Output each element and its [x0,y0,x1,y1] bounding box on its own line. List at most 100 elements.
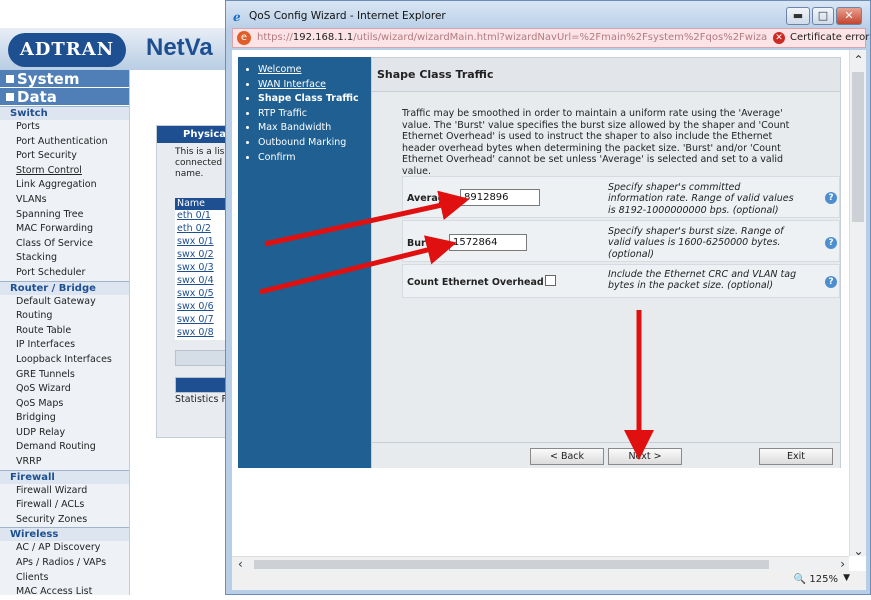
sidebar-category: Firewall [0,469,129,484]
window-titlebar[interactable]: ℯ QoS Config Wizard - Internet Explorer … [226,1,870,31]
help-icon[interactable]: ? [825,192,837,204]
sidebar-groups: Switch Ports Port Authentication Port Secur… [0,106,129,600]
ie-page-icon: e [237,31,251,45]
sidebar-item[interactable]: Port Scheduler [0,266,129,281]
sidebar-item[interactable]: Storm Control [0,164,129,179]
sidebar-item[interactable]: Port Authentication [0,135,129,150]
sidebar-item[interactable]: APs / Radios / VAPs [0,556,129,571]
certificate-error-text[interactable]: Certificate error [790,32,869,43]
product-title: NetVa [146,34,213,61]
table-row[interactable]: eth 0/2 [175,223,231,236]
exit-button[interactable]: Exit [759,448,833,465]
burst-input[interactable] [449,234,527,251]
horizontal-scrollbar[interactable]: ‹ › [232,556,849,571]
sidebar-item[interactable]: QoS Maps [0,397,129,412]
table-row[interactable]: eth 0/1 [175,210,231,223]
help-icon[interactable]: ? [825,276,837,288]
sidebar-item[interactable]: GRE Tunnels [0,368,129,383]
scroll-up-icon[interactable]: ⌃ [850,53,867,67]
address-url[interactable]: https://192.168.1.1/utils/wizard/wizardM… [257,32,767,43]
average-field-row: Average Specify shaper's committed infor… [402,176,840,218]
minimize-button[interactable]: ▬ [786,7,810,25]
sidebar-item[interactable]: IP Interfaces [0,338,129,353]
sidebar-item[interactable]: Clients [0,571,129,586]
table-header-name: Name [175,198,231,210]
table-row[interactable]: swx 0/5 [175,288,231,301]
sidebar-section-data[interactable]: Data [0,88,129,106]
physical-panel-description: This is a lis connected name. [175,147,225,179]
wizard-nav-item: Confirm [258,151,371,166]
adtran-logo: ADTRAN [8,33,126,67]
sidebar-item[interactable]: Firewall Wizard [0,484,129,499]
table-row[interactable]: swx 0/6 [175,301,231,314]
sidebar-item[interactable]: Spanning Tree [0,208,129,223]
table-row[interactable]: swx 0/4 [175,275,231,288]
sidebar-item[interactable]: Ports [0,120,129,135]
wizard-heading: Shape Class Traffic [372,58,840,92]
table-row[interactable]: swx 0/8 [175,327,231,340]
overhead-label: Count Ethernet Overhead [407,277,544,288]
ie-popup-window: ℯ QoS Config Wizard - Internet Explorer … [225,0,871,595]
average-input[interactable] [460,189,540,206]
sidebar-category: Switch [0,106,129,120]
panel-bar-header [175,377,231,393]
scroll-right-icon[interactable]: › [840,557,845,571]
wizard-intro-text: Traffic may be smoothed in order to main… [402,108,790,177]
burst-label: Burst [407,238,436,249]
sidebar-item[interactable]: Default Gateway [0,295,129,310]
window-title: QoS Config Wizard - Internet Explorer [249,10,446,22]
horizontal-scroll-thumb[interactable] [254,560,769,569]
vertical-scrollbar[interactable]: ⌃ ⌄ [849,50,867,558]
table-row[interactable]: swx 0/3 [175,262,231,275]
physical-panel: Physical This is a lis connected name. N… [156,125,231,438]
sidebar-item[interactable]: Firewall / ACLs [0,498,129,513]
sidebar-item[interactable]: Class Of Service [0,237,129,252]
scroll-left-icon[interactable]: ‹ [238,557,243,571]
sidebar-item[interactable]: Route Table [0,324,129,339]
sidebar-item[interactable]: Routing [0,309,129,324]
overhead-checkbox[interactable] [545,275,556,286]
zoom-level[interactable]: 🔍 125% [794,574,838,585]
sidebar-item[interactable]: Demand Routing [0,440,129,455]
overhead-help: Include the Ethernet CRC and VLAN tag by… [608,269,797,292]
sidebar-item[interactable]: AC / AP Discovery [0,541,129,556]
wizard-nav-item: Outbound Marking [258,136,371,151]
sidebar-item[interactable]: QoS Wizard [0,382,129,397]
sidebar-section-system[interactable]: System [0,70,129,88]
sidebar-item[interactable]: Security Zones [0,513,129,528]
statistics-label: Statistics F [175,394,227,405]
sidebar: System Data Switch Ports Port Authenticati… [0,70,130,597]
sidebar-item[interactable]: VRRP [0,455,129,470]
next-button[interactable]: Next > [608,448,682,465]
expand-icon [6,93,14,101]
help-icon[interactable]: ? [825,237,837,249]
maximize-button[interactable]: □ [812,7,834,25]
table-row[interactable]: swx 0/2 [175,249,231,262]
sidebar-item[interactable]: VLANs [0,193,129,208]
close-button[interactable]: ✕ [836,7,862,25]
vertical-scroll-thumb[interactable] [852,72,864,222]
sidebar-item[interactable]: UDP Relay [0,426,129,441]
physical-interfaces-table: Name eth 0/1 eth 0/2 swx 0/1 swx 0/2 swx 0/3… [175,198,231,340]
table-row[interactable]: swx 0/1 [175,236,231,249]
back-button[interactable]: < Back [530,448,604,465]
wizard-nav-item[interactable]: Welcome [258,63,371,78]
burst-help: Specify shaper's burst size. Range of va… [608,226,784,260]
burst-field-row: Burst Specify shaper's burst size. Range… [402,220,840,262]
table-row[interactable]: swx 0/7 [175,314,231,327]
sidebar-item[interactable]: Port Security [0,149,129,164]
sidebar-item[interactable]: MAC Access List [0,585,129,600]
sidebar-item[interactable]: Link Aggregation [0,178,129,193]
address-bar[interactable]: e https://192.168.1.1/utils/wizard/wizar… [232,28,869,48]
scroll-down-icon[interactable]: ⌄ [850,544,867,558]
ie-logo-icon: ℯ [233,10,241,24]
sidebar-item[interactable]: MAC Forwarding [0,222,129,237]
wizard-nav-item[interactable]: WAN Interface [258,78,371,93]
overhead-field-row: Count Ethernet Overhead Include the Ethe… [402,264,840,298]
wizard-nav-item: RTP Traffic [258,107,371,122]
zoom-dropdown-icon[interactable]: ▼ [843,573,850,583]
sidebar-item[interactable]: Loopback Interfaces [0,353,129,368]
sidebar-item[interactable]: Bridging [0,411,129,426]
sidebar-item[interactable]: Stacking [0,251,129,266]
certificate-error-icon[interactable]: ✕ [773,32,785,44]
